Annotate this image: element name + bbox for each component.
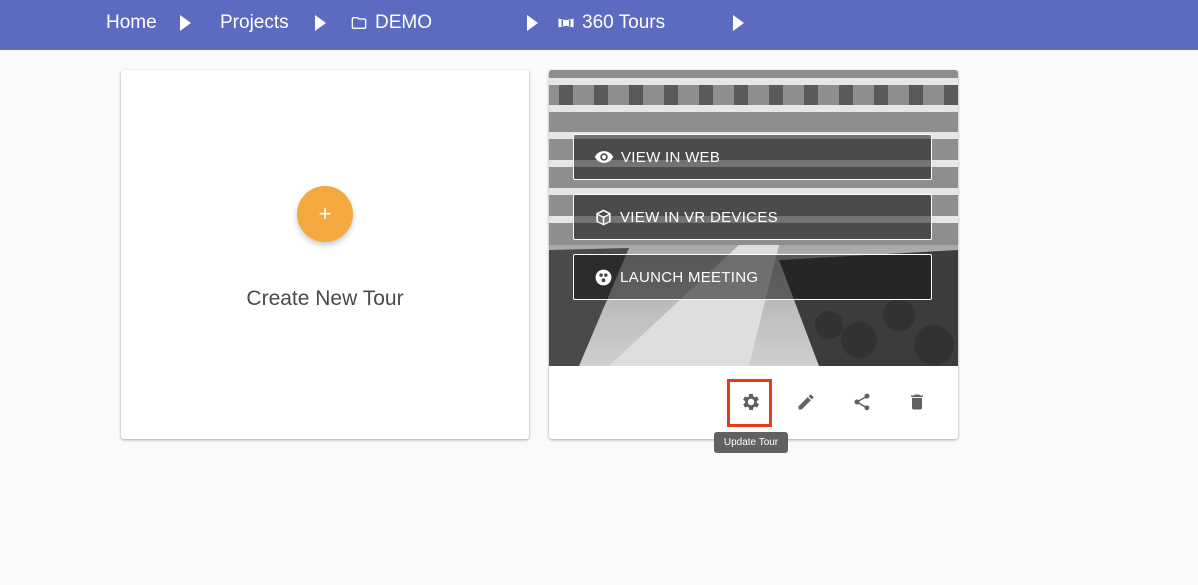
breadcrumb-label: 360 Tours [582, 12, 666, 33]
share-icon[interactable] [850, 390, 874, 414]
tour-thumbnail: VIEW IN WEB VIEW IN VR DEVICES LAUNCH ME… [549, 70, 958, 366]
update-tour-tooltip: Update Tour [714, 432, 788, 453]
arrow-right-icon [180, 15, 191, 31]
breadcrumb-label: Home [106, 12, 157, 33]
pencil-icon[interactable] [794, 390, 818, 414]
top-bar: Home Projects DEMO 360 Tours [0, 0, 1198, 50]
folder-icon [350, 15, 368, 31]
cube-icon [594, 208, 613, 227]
breadcrumb-home[interactable]: Home [106, 0, 157, 46]
add-tour-button[interactable]: + [297, 186, 353, 242]
meeting-icon [594, 268, 613, 287]
breadcrumb-label: Projects [220, 12, 289, 33]
tour-card: VIEW IN WEB VIEW IN VR DEVICES LAUNCH ME… [549, 70, 958, 439]
view-in-web-label: VIEW IN WEB [621, 148, 721, 166]
launch-meeting-label: LAUNCH MEETING [620, 268, 759, 286]
breadcrumb-360-tours[interactable]: 360 Tours [557, 0, 665, 46]
view-in-web-button[interactable]: VIEW IN WEB [573, 134, 932, 180]
create-tour-card[interactable]: + Create New Tour [121, 70, 529, 439]
arrow-right-icon [733, 15, 744, 31]
breadcrumb-projects[interactable]: Projects [220, 0, 289, 46]
arrow-right-icon [527, 15, 538, 31]
trash-icon[interactable] [905, 390, 929, 414]
breadcrumb-demo[interactable]: DEMO [350, 0, 432, 46]
eye-icon [594, 147, 614, 167]
create-tour-label: Create New Tour [246, 287, 404, 310]
view-in-vr-label: VIEW IN VR DEVICES [620, 208, 778, 226]
panorama-icon [557, 16, 575, 30]
arrow-right-icon [315, 15, 326, 31]
gear-icon[interactable] [739, 390, 763, 414]
breadcrumb-label: DEMO [375, 12, 432, 33]
view-in-vr-button[interactable]: VIEW IN VR DEVICES [573, 194, 932, 240]
launch-meeting-button[interactable]: LAUNCH MEETING [573, 254, 932, 300]
tour-card-actions [549, 366, 958, 439]
plus-icon: + [318, 201, 332, 226]
